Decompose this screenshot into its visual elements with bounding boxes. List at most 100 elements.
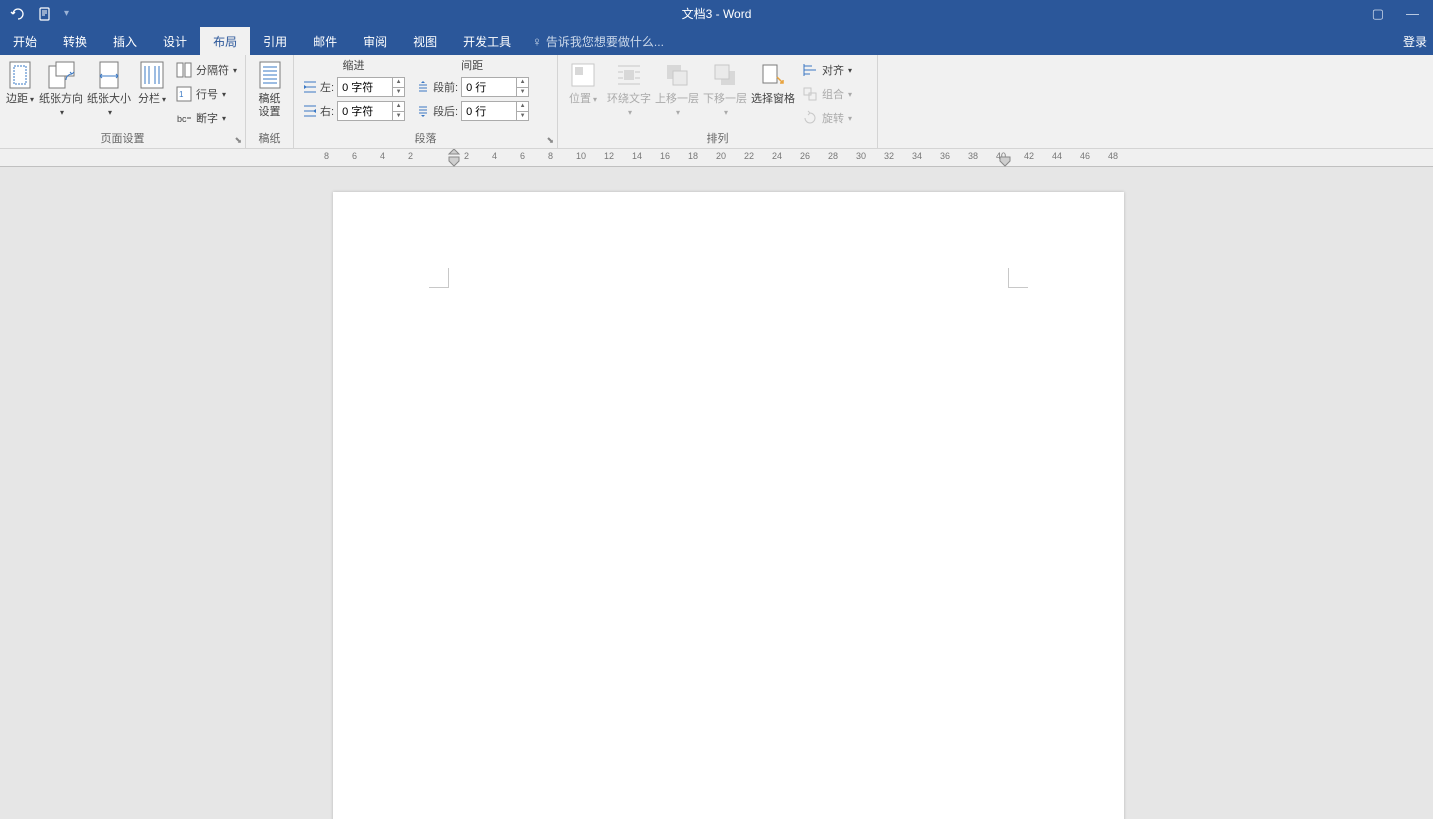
- ruler-tick: 22: [744, 151, 754, 161]
- group-label-paragraph: 段落: [298, 130, 553, 148]
- spacing-after-input[interactable]: [462, 102, 516, 120]
- titlebar: ▾ 文档3 - Word ▢ —: [0, 0, 1433, 27]
- breaks-icon: [176, 62, 192, 78]
- minimize-button[interactable]: —: [1406, 6, 1419, 22]
- hyphenation-icon: bc: [176, 110, 192, 126]
- forward-icon: [661, 59, 693, 91]
- indent-left-spinner[interactable]: ▲▼: [337, 77, 405, 97]
- tab-developer[interactable]: 开发工具: [450, 27, 524, 55]
- indent-left-input[interactable]: [338, 78, 392, 96]
- size-button[interactable]: 纸张大小: [86, 57, 132, 119]
- spacing-after-spinner[interactable]: ▲▼: [461, 101, 529, 121]
- spin-up[interactable]: ▲: [393, 78, 404, 88]
- ruler-tick: 12: [604, 151, 614, 161]
- stationary-settings-button[interactable]: 稿纸 设置: [250, 57, 289, 119]
- send-backward-button: 下移一层: [702, 57, 748, 119]
- right-indent-marker[interactable]: [1000, 149, 1009, 166]
- wrap-icon: [613, 59, 645, 91]
- tab-mailings[interactable]: 邮件: [300, 27, 350, 55]
- backward-icon: [709, 59, 741, 91]
- group-icon: [802, 86, 818, 102]
- ruler-tick: 2: [464, 151, 469, 161]
- spin-up[interactable]: ▲: [517, 102, 528, 112]
- undo-button[interactable]: [8, 5, 26, 23]
- rotate-icon: [802, 110, 818, 126]
- document-area[interactable]: 8642246810121416182022242628303234363840…: [0, 149, 1433, 819]
- margins-icon: [4, 59, 36, 91]
- page-setup-launcher[interactable]: ⬊: [234, 135, 242, 146]
- ruler-tick: 26: [800, 151, 810, 161]
- paragraph-launcher[interactable]: ⬊: [546, 135, 554, 146]
- login-link[interactable]: 登录: [1403, 27, 1433, 55]
- selection-pane-icon: [757, 59, 789, 91]
- tab-insert[interactable]: 插入: [100, 27, 150, 55]
- ruler-tick: 2: [408, 151, 413, 161]
- line-numbers-button[interactable]: 1 行号▾: [172, 83, 241, 105]
- spin-down[interactable]: ▼: [393, 88, 404, 97]
- hyphenation-button[interactable]: bc 断字▾: [172, 107, 241, 129]
- ruler-tick: 46: [1080, 151, 1090, 161]
- indent-right-input[interactable]: [338, 102, 392, 120]
- ruler-tick: 42: [1024, 151, 1034, 161]
- indent-header: 缩进: [302, 57, 405, 73]
- ruler-tick: 30: [856, 151, 866, 161]
- line-numbers-icon: 1: [176, 86, 192, 102]
- align-button[interactable]: 对齐▾: [798, 59, 856, 81]
- ruler-tick: 18: [688, 151, 698, 161]
- spin-up[interactable]: ▲: [393, 102, 404, 112]
- spacing-header: 间距: [415, 57, 529, 73]
- margins-button[interactable]: 边距: [4, 57, 36, 106]
- ruler-tick: 4: [380, 151, 385, 161]
- ruler-tick: 20: [716, 151, 726, 161]
- tell-me-search[interactable]: ♀ 告诉我您想要做什么...: [524, 27, 664, 55]
- columns-icon: [136, 59, 168, 91]
- orientation-button[interactable]: 纸张方向: [38, 57, 84, 119]
- ruler-tick: 32: [884, 151, 894, 161]
- tab-start[interactable]: 开始: [0, 27, 50, 55]
- ruler-tick: 34: [912, 151, 922, 161]
- tab-layout[interactable]: 布局: [200, 27, 250, 55]
- qat-customize-icon[interactable]: ▾: [64, 8, 69, 19]
- rotate-button: 旋转▾: [798, 107, 856, 129]
- spacing-before-input[interactable]: [462, 78, 516, 96]
- indent-right-spinner[interactable]: ▲▼: [337, 101, 405, 121]
- group-label-stationary: 稿纸: [250, 130, 289, 148]
- spin-up[interactable]: ▲: [517, 78, 528, 88]
- spin-down[interactable]: ▼: [517, 112, 528, 121]
- selection-pane-button[interactable]: 选择窗格: [750, 57, 796, 106]
- breaks-button[interactable]: 分隔符▾: [172, 59, 241, 81]
- horizontal-ruler[interactable]: 8642246810121416182022242628303234363840…: [0, 149, 1433, 167]
- group-label-arrange: 排列: [562, 130, 873, 148]
- columns-button[interactable]: 分栏: [134, 57, 170, 106]
- spacing-before-icon: [415, 79, 431, 95]
- lightbulb-icon: ♀: [532, 34, 542, 49]
- tab-view[interactable]: 视图: [400, 27, 450, 55]
- first-line-indent-marker[interactable]: [449, 149, 458, 166]
- spacing-after-icon: [415, 103, 431, 119]
- ruler-tick: 14: [632, 151, 642, 161]
- page[interactable]: [333, 192, 1124, 819]
- ruler-tick: 10: [576, 151, 586, 161]
- tab-convert[interactable]: 转换: [50, 27, 100, 55]
- ribbon-display-icon[interactable]: ▢: [1372, 6, 1384, 22]
- tab-design[interactable]: 设计: [150, 27, 200, 55]
- tab-references[interactable]: 引用: [250, 27, 300, 55]
- ruler-tick: 28: [828, 151, 838, 161]
- margin-corner-tl: [429, 268, 449, 288]
- repeat-button[interactable]: [36, 5, 54, 23]
- ribbon-tabs: 开始 转换 插入 设计 布局 引用 邮件 审阅 视图 开发工具 ♀ 告诉我您想要…: [0, 27, 1433, 55]
- margin-corner-tr: [1008, 268, 1028, 288]
- tab-review[interactable]: 审阅: [350, 27, 400, 55]
- svg-text:bc: bc: [177, 114, 187, 124]
- window-title: 文档3 - Word: [682, 5, 752, 22]
- spin-down[interactable]: ▼: [393, 112, 404, 121]
- ruler-tick: 6: [352, 151, 357, 161]
- page-size-icon: [93, 59, 125, 91]
- spacing-before-spinner[interactable]: ▲▼: [461, 77, 529, 97]
- ruler-tick: 38: [968, 151, 978, 161]
- spin-down[interactable]: ▼: [517, 88, 528, 97]
- position-icon: [567, 59, 599, 91]
- ruler-tick: 4: [492, 151, 497, 161]
- orientation-icon: [45, 59, 77, 91]
- stationary-icon: [254, 59, 286, 91]
